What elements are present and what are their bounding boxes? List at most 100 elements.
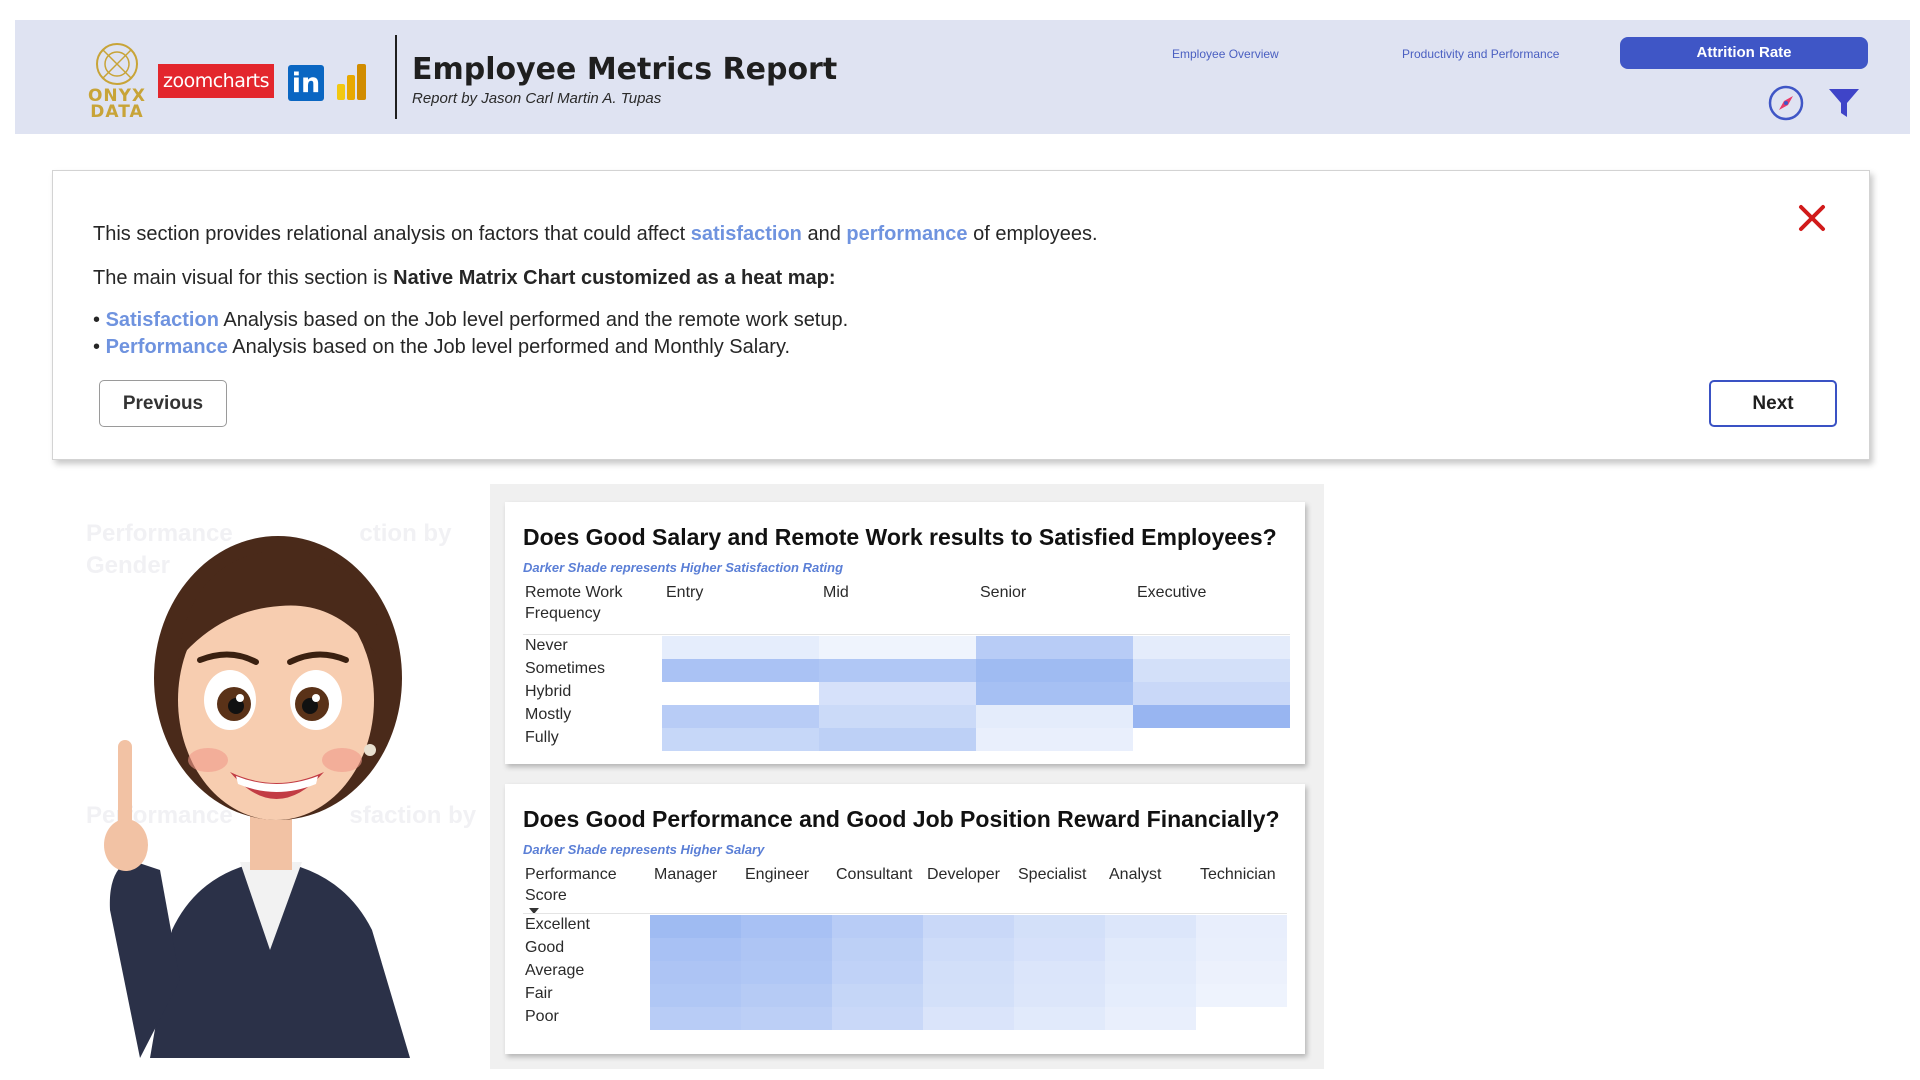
heatmap-2-cell[interactable] (650, 984, 741, 1007)
nav-attrition-rate[interactable]: Attrition Rate (1620, 37, 1868, 69)
heatmap-2-cell[interactable] (1105, 984, 1196, 1007)
heatmap-2-cell[interactable] (650, 915, 741, 938)
heatmap-1-cell[interactable] (662, 682, 819, 705)
matrix-visuals-container: Does Good Salary and Remote Work results… (490, 484, 1324, 1069)
heatmap-2-row-label: Poor (525, 1008, 559, 1025)
filter-icon[interactable] (1827, 86, 1861, 120)
heatmap-1-cell[interactable] (662, 728, 819, 751)
dialog-bullet-performance: • Performance Analysis based on the Job … (93, 336, 791, 358)
heatmap-2-row-label: Good (525, 939, 565, 956)
heatmap-1-cell[interactable] (662, 705, 819, 728)
heatmap-1-row-header: Remote Work Frequency (525, 584, 623, 622)
heatmap-2-column-header: Engineer (745, 866, 810, 883)
heatmap-1-cell[interactable] (1133, 728, 1290, 751)
heatmap-2-header-rule (523, 913, 1287, 914)
heatmap-2-column-header: Technician (1200, 866, 1276, 883)
heatmap-2-cell[interactable] (1014, 961, 1105, 984)
linkedin-logo: in (288, 65, 324, 101)
heatmap-2-cell[interactable] (1014, 915, 1105, 938)
heatmap-2-cell[interactable] (1196, 984, 1287, 1007)
heatmap-1-cell[interactable] (976, 682, 1133, 705)
heatmap-2-cell[interactable] (832, 984, 923, 1007)
heatmap-2-cell[interactable] (832, 961, 923, 984)
heatmap-1-cell[interactable] (976, 705, 1133, 728)
heatmap-2-cell[interactable] (832, 915, 923, 938)
heatmap-1-cell[interactable] (662, 636, 819, 659)
heatmap-2-cell[interactable] (741, 915, 832, 938)
heatmap-1-row-label: Hybrid (525, 683, 572, 700)
heatmap-2-cell[interactable] (923, 915, 1014, 938)
heatmap-1-row-label: Fully (525, 729, 559, 746)
heatmap-2-cell[interactable] (1105, 1007, 1196, 1030)
close-icon[interactable] (1795, 201, 1829, 235)
heatmap-2-cell[interactable] (1196, 915, 1287, 938)
heatmap-2-cell[interactable] (1196, 961, 1287, 984)
heatmap-2-cell[interactable] (923, 1007, 1014, 1030)
heatmap-2-cell[interactable] (741, 938, 832, 961)
heatmap-1-row-label: Sometimes (525, 660, 606, 677)
heatmap-1-cell[interactable] (1133, 705, 1290, 728)
nav-employee-overview[interactable]: Employee Overview (1172, 47, 1279, 61)
dialog-intro-text: This section provides relational analysi… (93, 223, 1098, 245)
heatmap-1-cell[interactable] (976, 636, 1133, 659)
heatmap-1-cell[interactable] (1133, 636, 1290, 659)
heatmap-2-cell[interactable] (650, 961, 741, 984)
heatmap-1-cell[interactable] (819, 728, 976, 751)
heatmap-2-cell[interactable] (1196, 938, 1287, 961)
heatmap-2-column-header: Specialist (1018, 866, 1087, 883)
heatmap-1-cell[interactable] (819, 705, 976, 728)
heatmap-2-row-header: Performance Score (525, 866, 617, 904)
heatmap-1-cell[interactable] (819, 636, 976, 659)
heatmap-2-cell[interactable] (1105, 915, 1196, 938)
heatmap-2-cell[interactable] (1014, 938, 1105, 961)
heatmap-2-cell[interactable] (832, 938, 923, 961)
heatmap-2-cell[interactable] (1196, 1007, 1287, 1030)
heatmap-2-cell[interactable] (741, 961, 832, 984)
nav-productivity-performance[interactable]: Productivity and Performance (1402, 47, 1559, 61)
heatmap-1-column-header: Entry (666, 584, 704, 601)
heatmap-2-cell[interactable] (741, 1007, 832, 1030)
heatmap-2-column-header: Consultant (836, 866, 913, 883)
compass-icon[interactable] (1767, 84, 1805, 122)
heatmap-2-column-header: Analyst (1109, 866, 1162, 883)
heatmap-1-cell[interactable] (976, 659, 1133, 682)
heatmap-1-column-header: Executive (1137, 584, 1207, 601)
heatmap-1-title: Does Good Salary and Remote Work results… (523, 524, 1277, 550)
heatmap-2-cell[interactable] (832, 1007, 923, 1030)
heatmap-1-subtitle: Darker Shade represents Higher Satisfact… (523, 560, 844, 575)
page-subtitle: Report by Jason Carl Martin A. Tupas (412, 90, 662, 107)
salary-heatmap-panel: Does Good Performance and Good Job Posit… (505, 784, 1305, 1054)
satisfaction-heatmap-panel: Does Good Salary and Remote Work results… (505, 502, 1305, 764)
heatmap-2-column-header: Developer (927, 866, 1000, 883)
heatmap-2-cell[interactable] (923, 961, 1014, 984)
report-header: ONYX DATA zoomcharts in Employee Metrics… (15, 20, 1910, 134)
heatmap-2-cell[interactable] (1014, 984, 1105, 1007)
heatmap-2-column-header: Manager (654, 866, 718, 883)
heatmap-2-subtitle: Darker Shade represents Higher Salary (523, 842, 765, 857)
heatmap-2-cell[interactable] (1105, 938, 1196, 961)
previous-button[interactable]: Previous (99, 380, 227, 427)
heatmap-1-column-header: Senior (980, 584, 1027, 601)
heatmap-2-cell[interactable] (1105, 961, 1196, 984)
heatmap-1-row-label: Never (525, 637, 568, 654)
heatmap-2-row-label: Excellent (525, 916, 590, 933)
onyx-data-logo: ONYX DATA (73, 42, 161, 122)
zoomcharts-logo: zoomcharts (158, 64, 274, 98)
header-divider (395, 35, 397, 119)
dialog-bullet-satisfaction: • Satisfaction Analysis based on the Job… (93, 309, 849, 331)
heatmap-2-cell[interactable] (1014, 1007, 1105, 1030)
info-dialog: This section provides relational analysi… (52, 170, 1870, 460)
next-button[interactable]: Next (1709, 380, 1837, 427)
heatmap-1-cell[interactable] (1133, 659, 1290, 682)
heatmap-2-cell[interactable] (923, 984, 1014, 1007)
heatmap-2-cell[interactable] (741, 984, 832, 1007)
heatmap-1-cell[interactable] (662, 659, 819, 682)
heatmap-2-cell[interactable] (650, 938, 741, 961)
heatmap-1-cell[interactable] (1133, 682, 1290, 705)
presenter-avatar (104, 536, 410, 1058)
heatmap-2-cell[interactable] (923, 938, 1014, 961)
heatmap-1-cell[interactable] (819, 682, 976, 705)
heatmap-1-cell[interactable] (976, 728, 1133, 751)
heatmap-1-cell[interactable] (819, 659, 976, 682)
heatmap-2-cell[interactable] (650, 1007, 741, 1030)
